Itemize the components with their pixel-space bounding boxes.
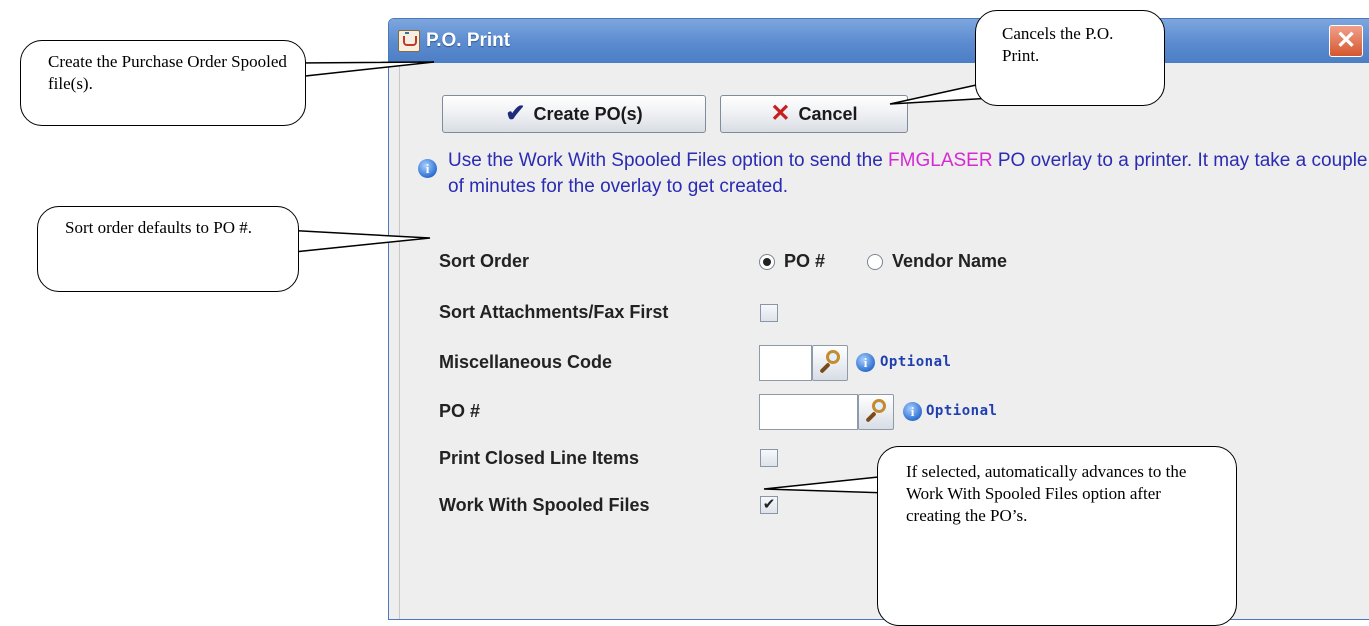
x-icon: ✕ (770, 100, 791, 127)
create-pos-label: Create PO(s) (533, 103, 643, 124)
sort-order-label: Sort Order (439, 251, 530, 271)
callout-cancel-text: Cancels the P.O. Print. (1002, 24, 1114, 65)
window-title: P.O. Print (426, 30, 511, 51)
info-icon: i (903, 402, 922, 421)
cancel-label: Cancel (798, 103, 858, 124)
info-icon: i (418, 159, 437, 178)
callout-spooled: If selected, automatically advances to t… (877, 446, 1237, 626)
cancel-button[interactable]: ✕ Cancel (720, 95, 908, 133)
misc-code-input[interactable] (759, 345, 812, 381)
print-closed-label: Print Closed Line Items (439, 448, 640, 468)
po-number-input[interactable] (759, 394, 858, 430)
title-bar: P.O. Print ✕ (389, 19, 1369, 64)
print-closed-checkbox[interactable] (760, 449, 778, 467)
callout-sort: Sort order defaults to PO #. (37, 206, 299, 292)
radio-vendor-name-label: Vendor Name (892, 251, 1008, 271)
callout-spooled-text: If selected, automatically advances to t… (906, 462, 1187, 525)
callout-create: Create the Purchase Order Spooled file(s… (20, 40, 306, 126)
info-icon: i (856, 353, 875, 372)
po-number-optional-hint: Optional (926, 403, 998, 419)
callout-create-text: Create the Purchase Order Spooled file(s… (48, 52, 287, 93)
misc-code-lookup-button[interactable] (812, 345, 848, 381)
notice-highlight: FMGLASER (888, 150, 993, 171)
radio-po-number-label: PO # (784, 251, 826, 271)
close-button[interactable]: ✕ (1329, 25, 1363, 57)
notice-text-before: Use the Work With Spooled Files option t… (448, 150, 889, 171)
radio-po-number[interactable] (759, 254, 775, 270)
close-icon: ✕ (1335, 27, 1357, 54)
checkmark-icon: ✔ (505, 100, 526, 127)
java-cup-icon (398, 30, 420, 52)
po-number-lookup-button[interactable] (858, 394, 894, 430)
radio-vendor-name[interactable] (867, 254, 883, 270)
callout-sort-text: Sort order defaults to PO #. (65, 218, 252, 237)
po-number-label: PO # (439, 401, 481, 421)
spooled-files-notice: Use the Work With Spooled Files option t… (448, 148, 1368, 200)
work-with-spooled-checkbox[interactable]: ✔ (760, 496, 778, 514)
misc-code-label: Miscellaneous Code (439, 352, 613, 372)
sort-attachments-checkbox[interactable] (760, 304, 778, 322)
create-pos-button[interactable]: ✔ Create PO(s) (442, 95, 706, 133)
sort-attachments-label: Sort Attachments/Fax First (439, 302, 669, 322)
work-with-spooled-label: Work With Spooled Files (439, 495, 650, 515)
callout-cancel: Cancels the P.O. Print. (975, 10, 1165, 106)
misc-code-optional-hint: Optional (880, 354, 952, 370)
